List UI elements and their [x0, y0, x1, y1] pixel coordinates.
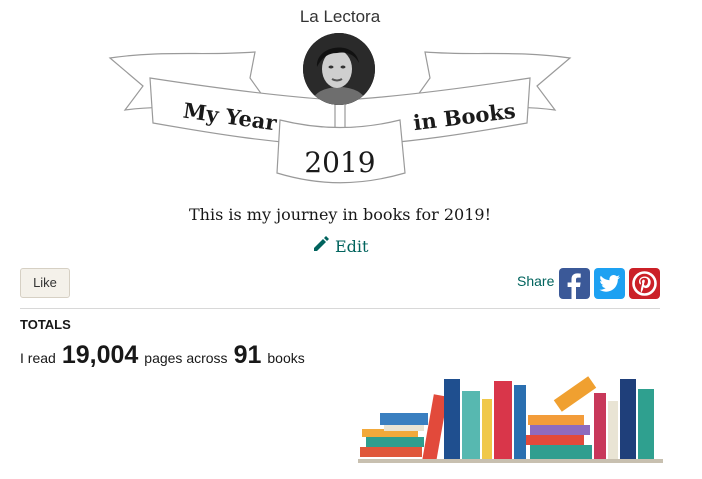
profile-username[interactable]: La Lectora: [0, 7, 680, 27]
totals-heading: TOTALS: [20, 317, 71, 332]
facebook-share-button[interactable]: [559, 268, 590, 299]
edit-label: Edit: [335, 236, 369, 256]
totals-suffix: books: [267, 350, 305, 366]
pages-count: 19,004: [61, 341, 139, 369]
totals-summary: I read 19,004 pages across 91 books: [20, 341, 305, 370]
pencil-icon: [312, 235, 330, 257]
share-label: Share: [517, 273, 555, 289]
bookshelf-illustration: [358, 376, 663, 463]
twitter-icon: [599, 275, 620, 292]
pinterest-icon: [632, 271, 657, 296]
edit-link[interactable]: Edit: [312, 235, 368, 257]
banner-year: 2019: [304, 146, 376, 179]
totals-prefix: I read: [20, 350, 56, 366]
twitter-share-button[interactable]: [594, 268, 625, 299]
section-divider: [20, 308, 660, 309]
books-count: 91: [233, 341, 262, 369]
challenge-description: This is my journey in books for 2019!: [189, 205, 491, 224]
profile-avatar[interactable]: [303, 33, 375, 105]
like-button[interactable]: Like: [20, 268, 70, 298]
pinterest-share-button[interactable]: [629, 268, 660, 299]
totals-middle: pages across: [144, 350, 228, 366]
facebook-icon: [567, 273, 581, 299]
